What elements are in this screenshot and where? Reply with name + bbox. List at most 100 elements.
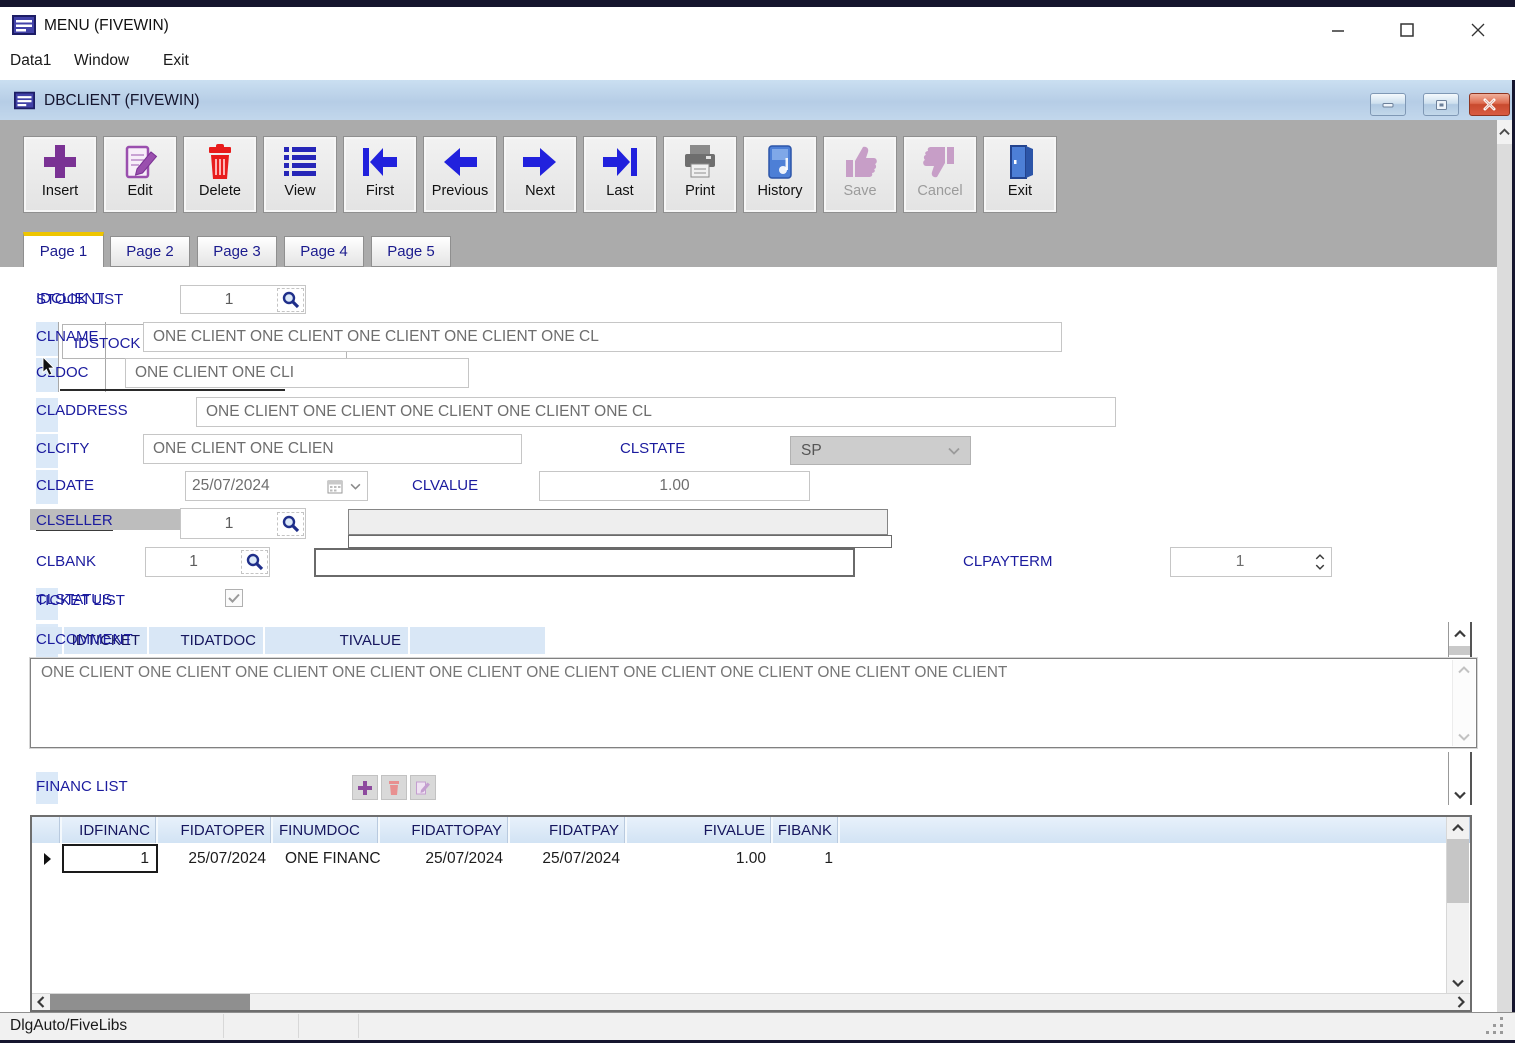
col-fibank[interactable]: FIBANK <box>773 817 840 843</box>
ticket-scrollbar-bottom[interactable] <box>1448 752 1472 805</box>
view-button[interactable]: View <box>263 136 337 213</box>
resize-grip[interactable] <box>1486 1017 1508 1037</box>
cldoc-input[interactable]: ONE CLIENT ONE CLI <box>125 358 469 388</box>
claddress-input[interactable]: ONE CLIENT ONE CLIENT ONE CLIENT ONE CLI… <box>196 397 1116 427</box>
child-restore-button[interactable] <box>1423 93 1459 116</box>
scrollbar-thumb[interactable] <box>1447 839 1469 903</box>
delete-button[interactable]: Delete <box>183 136 257 213</box>
col-idfinanc[interactable]: IDFINANC <box>62 817 158 843</box>
clbank-search-button[interactable] <box>241 550 268 574</box>
cell-idfinanc[interactable]: 1 <box>62 844 158 873</box>
financ-grid[interactable]: IDFINANC FIDATOPER FINUMDOC FIDATTOPAY F… <box>30 815 1472 1012</box>
child-close-button[interactable] <box>1469 93 1510 116</box>
clvalue-input[interactable]: 1.00 <box>539 471 810 501</box>
financ-grid-header: IDFINANC FIDATOPER FINUMDOC FIDATTOPAY F… <box>32 817 1470 843</box>
search-icon <box>280 514 302 534</box>
scroll-down-button[interactable] <box>1449 791 1470 799</box>
tab-page5[interactable]: Page 5 <box>371 236 451 267</box>
clname-input[interactable]: ONE CLIENT ONE CLIENT ONE CLIENT ONE CLI… <box>143 322 1062 352</box>
status-separator <box>298 1014 299 1038</box>
memo-scrollbar[interactable] <box>1452 660 1475 746</box>
scroll-up-button[interactable] <box>1497 120 1512 144</box>
last-button[interactable]: Last <box>583 136 657 213</box>
tab-page1[interactable]: Page 1 <box>23 232 104 267</box>
print-button[interactable]: Print <box>663 136 737 213</box>
desktop: MENU (FIVEWIN) Data1 Window Exit DBCLIEN… <box>0 0 1515 1043</box>
spinner-buttons[interactable] <box>1309 554 1331 570</box>
scroll-left-button[interactable] <box>32 994 50 1010</box>
tab-page2[interactable]: Page 2 <box>110 236 190 267</box>
scroll-down-button[interactable] <box>1453 733 1475 741</box>
cell-fidattopay: 25/07/2024 <box>380 850 510 868</box>
grid-vertical-scrollbar[interactable] <box>1446 817 1469 994</box>
delete-icon <box>387 780 401 796</box>
clseller-search-button[interactable] <box>277 512 304 536</box>
selector-column-header <box>32 817 62 843</box>
button-label: Last <box>606 183 633 199</box>
col-fivalue[interactable]: FIVALUE <box>627 817 773 843</box>
clcity-input[interactable]: ONE CLIENT ONE CLIEN <box>143 434 522 464</box>
cldate-picker[interactable]: 25/07/2024 <box>185 471 368 501</box>
window-vertical-scrollbar[interactable] <box>1497 120 1512 1012</box>
menu-window[interactable]: Window <box>74 52 129 70</box>
table-row[interactable]: 1 25/07/2024 ONE FINANC 25/07/2024 25/07… <box>32 843 1470 874</box>
maximize-button[interactable] <box>1389 15 1425 45</box>
header-filler <box>840 817 1470 843</box>
chevron-up-icon <box>1454 630 1466 638</box>
menu-exit[interactable]: Exit <box>163 52 189 70</box>
tab-page4[interactable]: Page 4 <box>284 236 364 267</box>
previous-button[interactable]: Previous <box>423 136 497 213</box>
scroll-up-button[interactable] <box>1447 817 1469 839</box>
arrow-first-icon <box>360 137 400 181</box>
scroll-right-button[interactable] <box>1452 994 1470 1010</box>
scroll-down-button[interactable] <box>1447 972 1469 994</box>
col-finumdoc[interactable]: FINUMDOC <box>273 817 380 843</box>
scroll-up-button[interactable] <box>1453 660 1475 680</box>
financ-add-button[interactable] <box>352 775 378 800</box>
clpayterm-spinner[interactable]: 1 <box>1170 547 1332 577</box>
clcomment-memo[interactable]: ONE CLIENT ONE CLIENT ONE CLIENT ONE CLI… <box>30 658 1477 748</box>
menu-data1[interactable]: Data1 <box>10 52 51 70</box>
child-window-icon <box>13 90 36 111</box>
col-fidattopay[interactable]: FIDATTOPAY <box>380 817 510 843</box>
history-button[interactable]: History <box>743 136 817 213</box>
clseller-lookup[interactable]: 1 <box>180 508 306 539</box>
exit-button[interactable]: Exit <box>983 136 1057 213</box>
idclient-lookup[interactable]: 1 <box>180 285 306 314</box>
restore-icon <box>1435 99 1448 111</box>
idclient-search-button[interactable] <box>277 288 304 312</box>
trash-icon <box>200 137 240 181</box>
chevron-right-icon <box>1457 996 1465 1008</box>
edit-button[interactable]: Edit <box>103 136 177 213</box>
arrow-left-icon <box>440 137 480 181</box>
scrollbar-thumb[interactable] <box>1449 646 1470 655</box>
next-button[interactable]: Next <box>503 136 577 213</box>
save-button: Save <box>823 136 897 213</box>
ticket-scrollbar-top[interactable] <box>1448 622 1472 658</box>
clseller-description-edge <box>348 535 892 548</box>
col-fidatpay[interactable]: FIDATPAY <box>510 817 627 843</box>
tab-page3[interactable]: Page 3 <box>197 236 277 267</box>
chevron-down-icon <box>350 483 361 490</box>
ticket-col-tidatdoc[interactable]: TIDATDOC <box>149 627 263 654</box>
first-button[interactable]: First <box>343 136 417 213</box>
scroll-up-button[interactable] <box>1449 622 1470 646</box>
calendar-icon <box>327 479 343 494</box>
close-button[interactable] <box>1460 15 1496 45</box>
ticket-col-tivalue[interactable]: TIVALUE <box>265 627 408 654</box>
col-fidatoper[interactable]: FIDATOPER <box>158 817 273 843</box>
button-label: Previous <box>432 183 488 199</box>
insert-button[interactable]: Insert <box>23 136 97 213</box>
add-icon <box>357 780 373 796</box>
child-minimize-button[interactable] <box>1370 93 1406 116</box>
button-label: Exit <box>1008 183 1032 199</box>
financ-list-label: FINANC LIST <box>36 778 128 795</box>
minimize-button[interactable] <box>1320 15 1356 45</box>
spin-up-icon <box>1315 554 1325 560</box>
grid-horizontal-scrollbar[interactable] <box>32 993 1470 1010</box>
arrow-last-icon <box>600 137 640 181</box>
clbank-description-field <box>314 548 855 577</box>
scrollbar-thumb[interactable] <box>50 994 250 1010</box>
chevron-down-icon <box>1452 979 1464 987</box>
clbank-lookup[interactable]: 1 <box>145 547 270 577</box>
